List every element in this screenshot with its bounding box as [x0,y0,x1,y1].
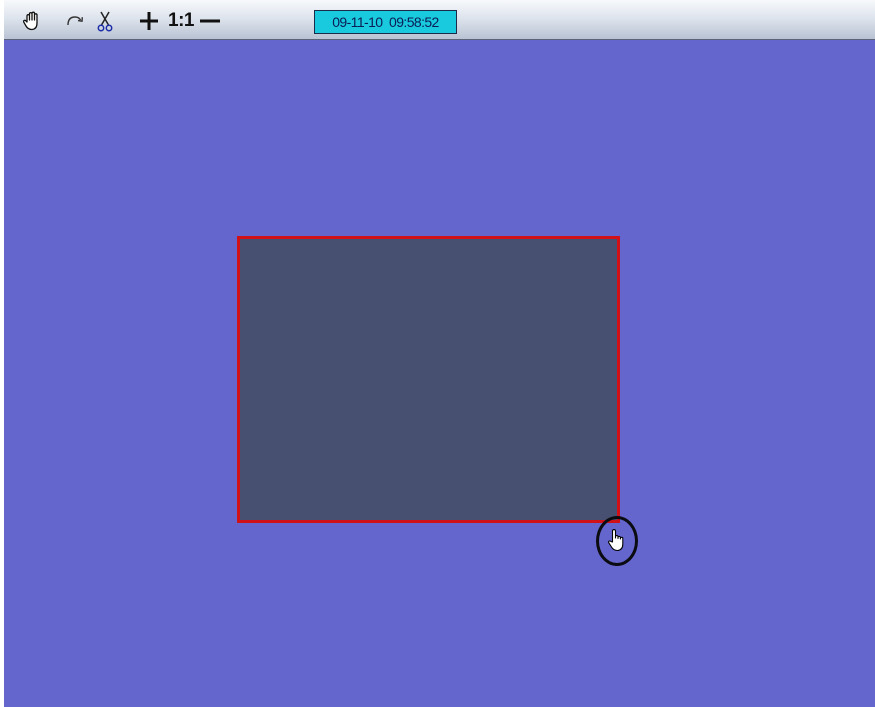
hand-tool-button[interactable] [19,8,45,34]
zoom-out-button[interactable] [197,8,223,34]
zoom-in-button[interactable] [136,8,162,34]
toolbar: 1:1 09-11-10 09:58:52 [4,0,875,40]
zoom-reset-button[interactable]: 1:1 [168,9,194,33]
pointing-hand-cursor-icon [607,528,625,552]
cut-tool-button[interactable] [92,8,118,34]
timestamp-display: 09-11-10 09:58:52 [314,10,457,34]
plus-icon [139,11,159,31]
video-view-window: 1:1 09-11-10 09:58:52 [4,0,875,707]
minus-icon [199,11,221,31]
scissors-icon [97,10,113,32]
hand-icon [21,10,43,32]
detection-zone-rectangle[interactable] [237,236,620,523]
rotate-arrow-icon [64,13,86,29]
rotate-tool-button[interactable] [62,8,88,34]
